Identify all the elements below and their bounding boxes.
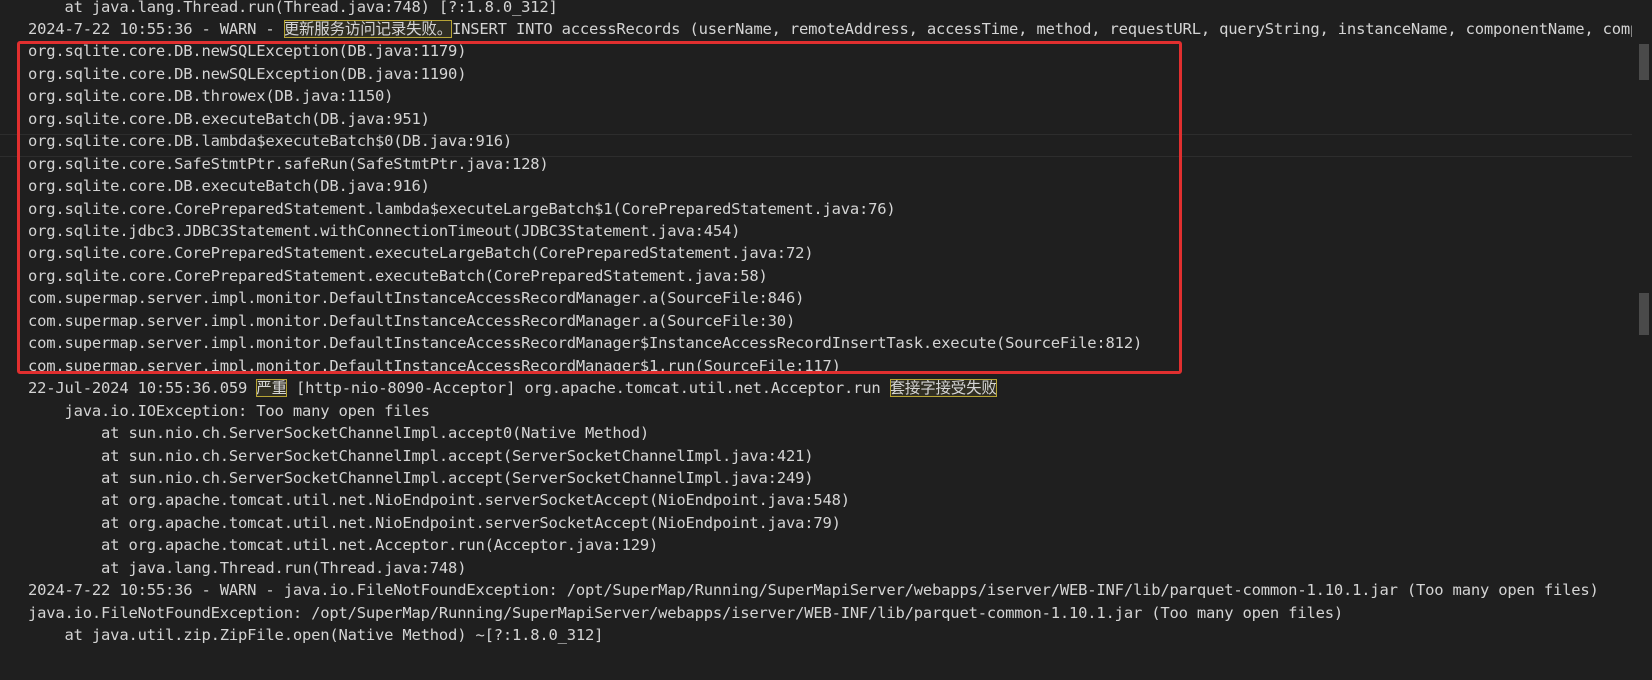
- log-line: at sun.nio.ch.ServerSocketChannelImpl.ac…: [28, 422, 649, 446]
- log-text: at sun.nio.ch.ServerSocketChannelImpl.ac…: [28, 424, 649, 443]
- log-text: 2024-7-22 10:55:36 - WARN -: [28, 19, 284, 38]
- log-text: at sun.nio.ch.ServerSocketChannelImpl.ac…: [28, 468, 814, 487]
- search-match-highlight: 严重: [256, 379, 287, 398]
- scrollbar-marker: [1639, 293, 1649, 335]
- log-text: java.io.IOException: Too many open files: [28, 401, 430, 420]
- log-line: 2024-7-22 10:55:36 - WARN - 更新服务访问记录失败。I…: [28, 18, 1632, 42]
- log-line: at java.util.zip.ZipFile.open(Native Met…: [28, 624, 604, 648]
- log-text: 2024-7-22 10:55:36 - WARN - java.io.File…: [28, 581, 1599, 600]
- log-line: at org.apache.tomcat.util.net.Acceptor.r…: [28, 534, 658, 558]
- annotation-red-box: [17, 41, 1182, 374]
- vertical-scrollbar[interactable]: [1632, 0, 1652, 680]
- scrollbar-marker: [1639, 44, 1649, 80]
- log-text: at org.apache.tomcat.util.net.Acceptor.r…: [28, 536, 659, 555]
- log-text: java.io.FileNotFoundException: /opt/Supe…: [28, 603, 1343, 622]
- log-editor[interactable]: at java.lang.Thread.run(Thread.java:748)…: [0, 0, 1632, 680]
- log-line: at org.apache.tomcat.util.net.NioEndpoin…: [28, 489, 850, 513]
- log-text: at java.lang.Thread.run(Thread.java:748): [28, 558, 467, 577]
- log-text: at java.util.zip.ZipFile.open(Native Met…: [28, 626, 604, 645]
- log-text: 22-Jul-2024 10:55:36.059: [28, 379, 257, 398]
- log-text: at sun.nio.ch.ServerSocketChannelImpl.ac…: [28, 446, 814, 465]
- log-line: at sun.nio.ch.ServerSocketChannelImpl.ac…: [28, 445, 813, 469]
- log-text: at org.apache.tomcat.util.net.NioEndpoin…: [28, 513, 841, 532]
- search-match-highlight: 更新服务访问记录失败。: [283, 19, 453, 38]
- log-line: at java.lang.Thread.run(Thread.java:748): [28, 557, 466, 581]
- log-line: java.io.IOException: Too many open files: [28, 400, 430, 424]
- log-line: 22-Jul-2024 10:55:36.059 严重 [http-nio-80…: [28, 377, 997, 401]
- log-text: INSERT INTO accessRecords (userName, rem…: [452, 19, 1632, 38]
- log-line: java.io.FileNotFoundException: /opt/Supe…: [28, 602, 1343, 626]
- log-line: 2024-7-22 10:55:36 - WARN - java.io.File…: [28, 579, 1599, 603]
- log-text: at org.apache.tomcat.util.net.NioEndpoin…: [28, 491, 850, 510]
- log-text: [http-nio-8090-Acceptor] org.apache.tomc…: [286, 379, 890, 398]
- search-match-highlight: 套接字接受失败: [889, 379, 997, 398]
- log-text: at java.lang.Thread.run(Thread.java:748)…: [28, 0, 558, 16]
- log-line: at sun.nio.ch.ServerSocketChannelImpl.ac…: [28, 467, 813, 491]
- log-line: at org.apache.tomcat.util.net.NioEndpoin…: [28, 512, 841, 536]
- log-line: at java.lang.Thread.run(Thread.java:748)…: [28, 0, 558, 19]
